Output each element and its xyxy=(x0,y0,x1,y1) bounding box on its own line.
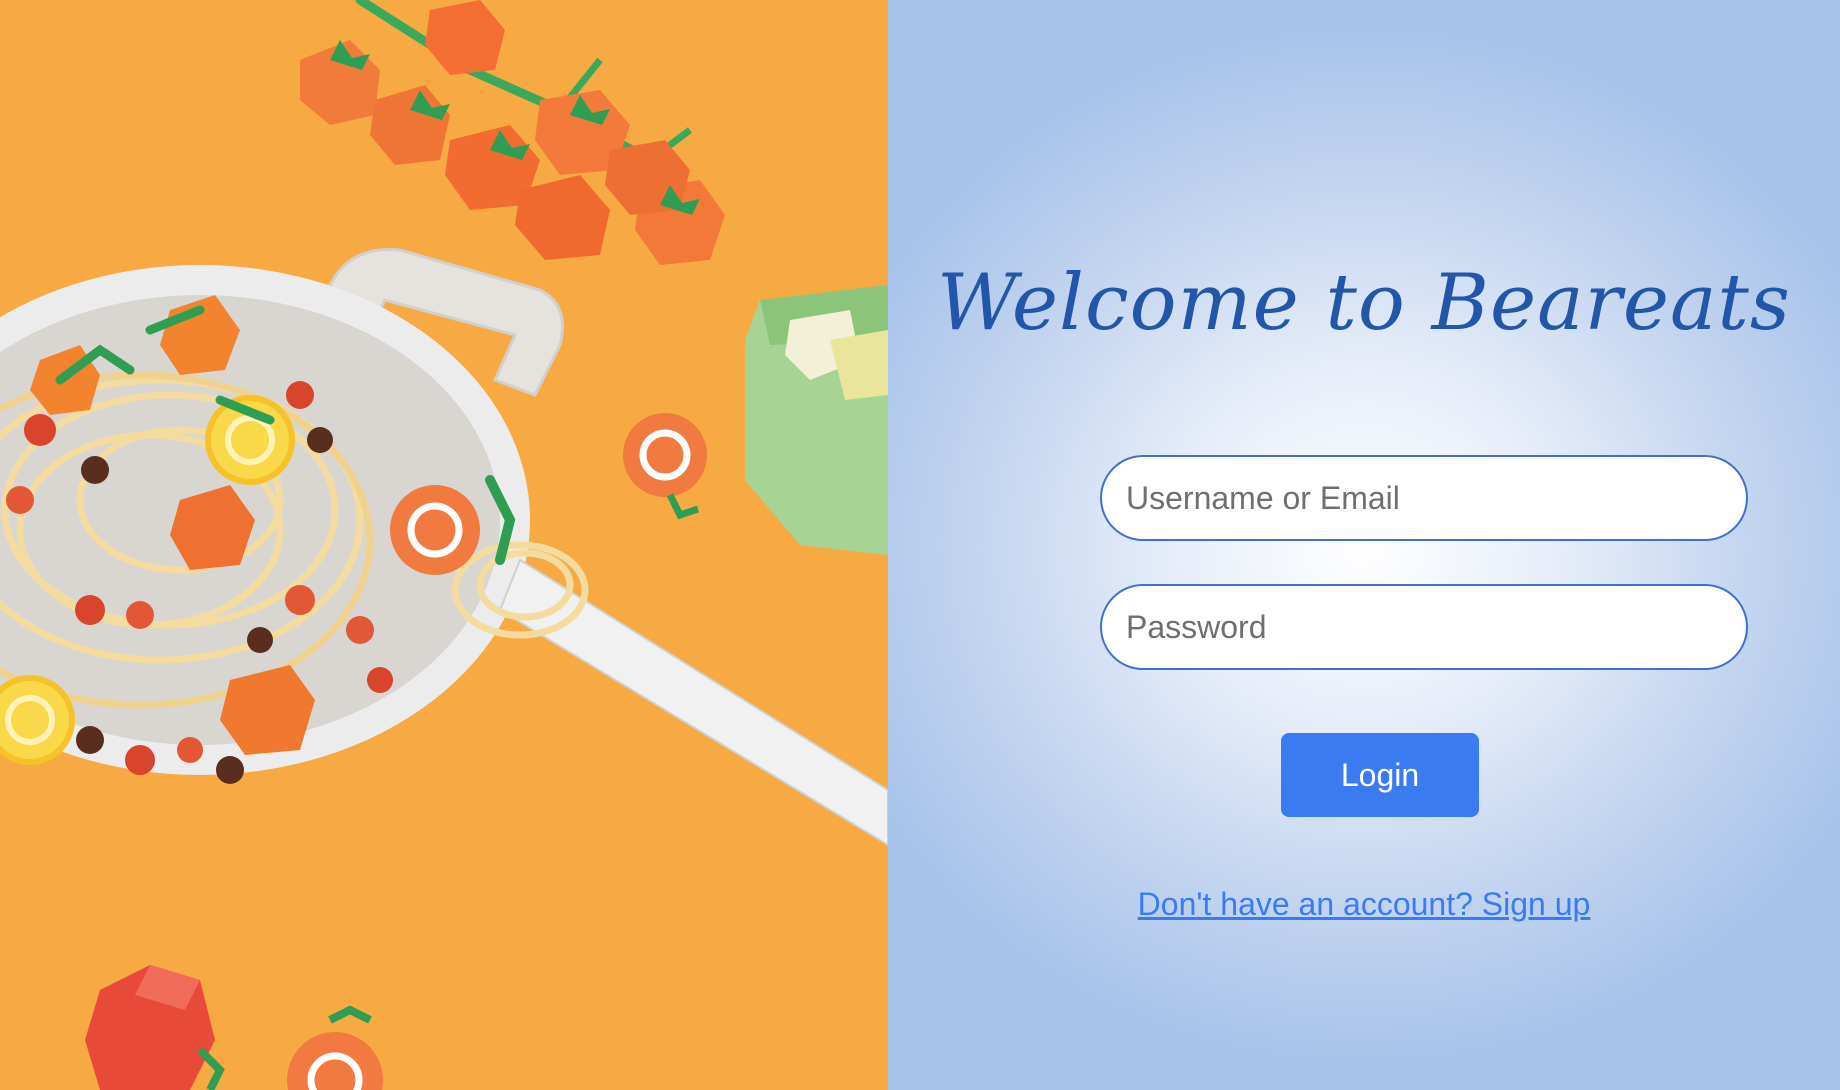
green-bowl xyxy=(745,285,888,555)
bottom-tomatoes xyxy=(85,965,383,1090)
signup-link[interactable]: Don't have an account? Sign up xyxy=(888,886,1840,923)
welcome-title: Welcome to Beareats xyxy=(937,258,1791,348)
login-button[interactable]: Login xyxy=(1281,733,1479,817)
login-page: Welcome to Beareats Login Don't have an … xyxy=(0,0,1840,1090)
hero-illustration xyxy=(0,0,888,1090)
tomato-slice xyxy=(623,413,707,520)
cherry-tomato-vine xyxy=(300,0,725,265)
login-panel: Welcome to Beareats Login Don't have an … xyxy=(888,0,1840,1090)
username-input[interactable] xyxy=(1100,455,1748,541)
spaghetti-pan-image xyxy=(0,0,888,1090)
password-input[interactable] xyxy=(1100,584,1748,670)
